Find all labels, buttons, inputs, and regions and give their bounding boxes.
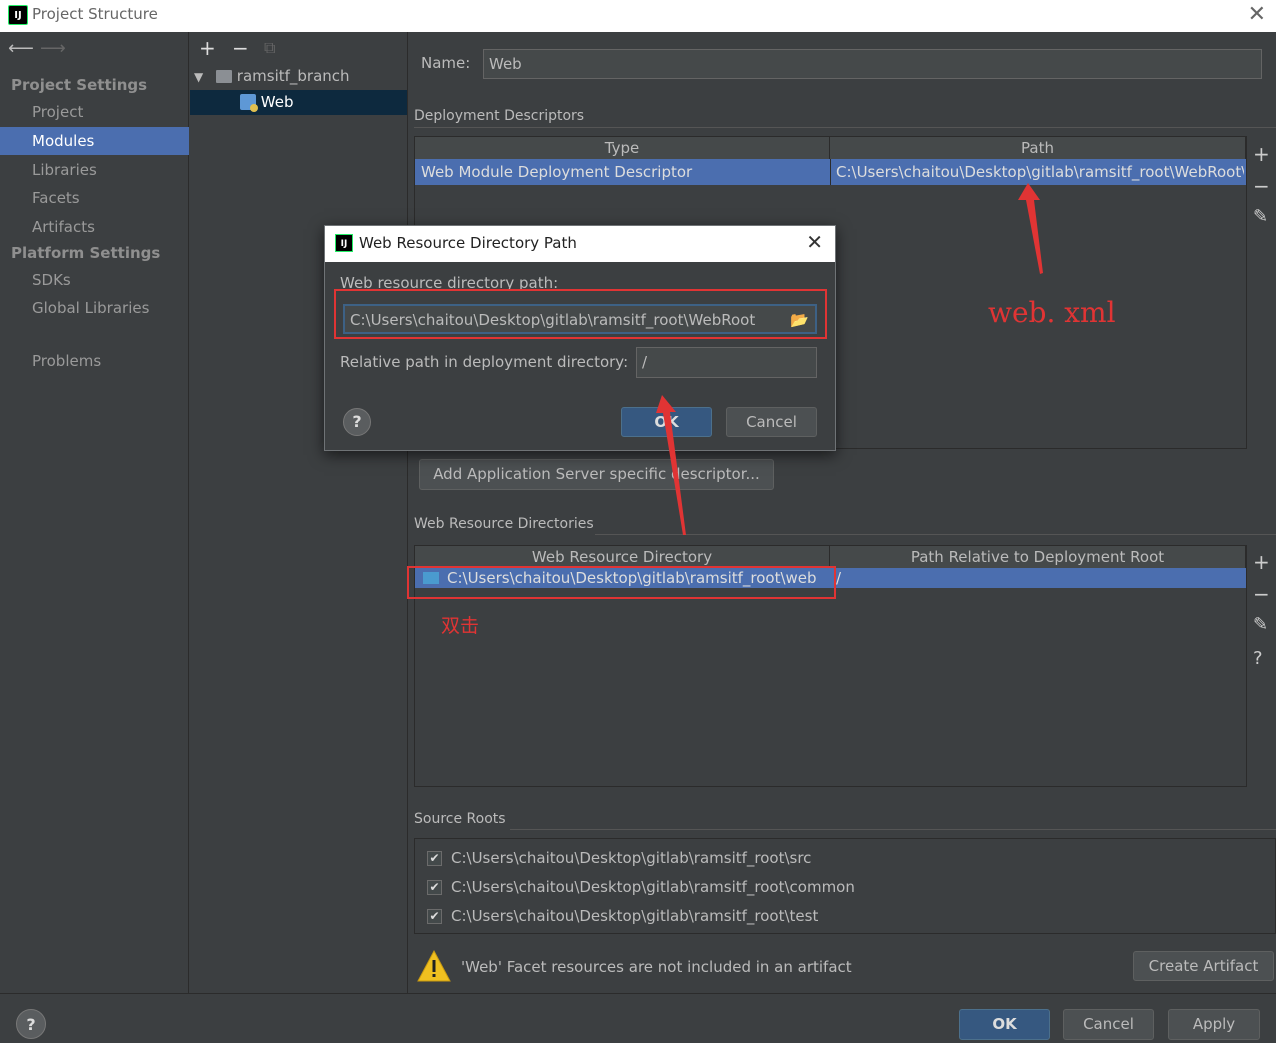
apply-button[interactable]: Apply [1168, 1009, 1260, 1040]
dialog-relative-label: Relative path in deployment directory: [340, 353, 629, 371]
warning-text: 'Web' Facet resources are not included i… [461, 958, 852, 976]
source-roots-title: Source Roots [414, 811, 506, 827]
add-descriptor-icon[interactable]: + [1253, 142, 1270, 166]
remove-descriptor-icon[interactable]: − [1253, 174, 1270, 198]
source-root-checkbox[interactable]: ✔ [427, 851, 442, 866]
back-arrow-icon[interactable]: ⟵ [8, 38, 34, 59]
add-icon[interactable]: + [199, 36, 216, 60]
dialog-help-button[interactable]: ? [343, 408, 371, 436]
copy-icon[interactable]: ⧉ [264, 38, 275, 58]
sidebar-item-global-libraries[interactable]: Global Libraries [0, 294, 189, 322]
source-root-label: C:\Users\chaitou\Desktop\gitlab\ramsitf_… [451, 878, 855, 896]
divider [414, 127, 1276, 128]
add-server-descriptor-button[interactable]: Add Application Server specific descript… [419, 459, 774, 490]
warning-icon [417, 949, 451, 982]
web-resource-directories-title: Web Resource Directories [414, 516, 594, 532]
wrd-rel-cell: / [836, 569, 842, 587]
divider [595, 534, 1276, 535]
column-header-path[interactable]: Path [830, 137, 1246, 159]
name-field[interactable]: Web [483, 49, 1262, 79]
project-settings-header: Project Settings [11, 76, 148, 94]
sidebar-item-facets[interactable]: Facets [0, 184, 189, 212]
sidebar-item-problems[interactable]: Problems [0, 347, 189, 375]
dialog-cancel-button[interactable]: Cancel [726, 407, 817, 437]
annotation-path-highlight [334, 289, 827, 339]
tree-node-root[interactable]: ▼ ramsitf_branch [190, 64, 407, 89]
table-row[interactable]: Web Module Deployment Descriptor C:\User… [415, 159, 1246, 185]
bottom-button-bar: ? OK Cancel Apply [0, 993, 1276, 1043]
edit-directory-icon[interactable]: ✎ [1253, 614, 1268, 635]
tree-root-label: ramsitf_branch [236, 67, 350, 85]
name-label: Name: [421, 54, 471, 72]
sidebar-item-project[interactable]: Project [0, 98, 189, 126]
dd-path-cell: C:\Users\chaitou\Desktop\gitlab\ramsitf_… [836, 163, 1244, 181]
source-root-checkbox[interactable]: ✔ [427, 880, 442, 895]
create-artifact-button[interactable]: Create Artifact [1133, 951, 1274, 981]
remove-directory-icon[interactable]: − [1253, 582, 1270, 606]
web-facet-icon [240, 94, 258, 112]
column-header-type[interactable]: Type [415, 137, 830, 159]
deployment-descriptors-title: Deployment Descriptors [414, 108, 585, 124]
remove-icon[interactable]: − [232, 36, 249, 60]
sidebar-item-artifacts[interactable]: Artifacts [0, 213, 189, 241]
relative-path-input[interactable]: / [636, 347, 817, 378]
sidebar-item-modules[interactable]: Modules [0, 127, 189, 155]
dialog-title: Web Resource Directory Path [359, 234, 577, 252]
expand-triangle-icon[interactable]: ▼ [194, 70, 203, 84]
dialog-titlebar: IJ Web Resource Directory Path ✕ [325, 226, 835, 262]
close-icon[interactable]: ✕ [1248, 2, 1266, 27]
source-root-label: C:\Users\chaitou\Desktop\gitlab\ramsitf_… [451, 907, 819, 925]
dialog-ok-button[interactable]: OK [621, 407, 712, 437]
module-tree-pane: + − ⧉ ▼ ramsitf_branch Web [190, 32, 408, 993]
forward-arrow-icon[interactable]: ⟶ [40, 38, 66, 59]
cancel-button[interactable]: Cancel [1063, 1009, 1154, 1040]
platform-settings-header: Platform Settings [11, 244, 161, 262]
source-root-label: C:\Users\chaitou\Desktop\gitlab\ramsitf_… [451, 849, 812, 867]
ok-button[interactable]: OK [959, 1009, 1050, 1040]
intellij-app-icon: IJ [8, 5, 28, 25]
tree-node-web[interactable]: Web [190, 90, 407, 115]
dd-type-cell: Web Module Deployment Descriptor [421, 163, 693, 181]
module-folder-icon [216, 70, 233, 83]
sidebar-item-sdks[interactable]: SDKs [0, 266, 189, 294]
source-root-checkbox[interactable]: ✔ [427, 909, 442, 924]
help-button[interactable]: ? [16, 1009, 46, 1039]
annotation-double-click: 双击 [441, 615, 480, 637]
sidebar-item-libraries[interactable]: Libraries [0, 156, 189, 184]
annotation-web-xml: web. xml [988, 296, 1116, 329]
add-directory-icon[interactable]: + [1253, 550, 1270, 574]
edit-descriptor-icon[interactable]: ✎ [1253, 206, 1268, 227]
help-icon[interactable]: ? [1253, 648, 1263, 669]
column-header-web-resource-directory[interactable]: Web Resource Directory [415, 546, 830, 568]
intellij-app-icon: IJ [335, 234, 353, 252]
window-titlebar: IJ Project Structure ✕ [0, 0, 1276, 32]
tree-web-label: Web [260, 93, 294, 111]
settings-sidebar: ⟵ ⟶ Project Settings Project Modules Lib… [0, 32, 189, 993]
dialog-close-icon[interactable]: ✕ [806, 230, 823, 254]
window-title: Project Structure [32, 5, 158, 23]
column-header-relative-path[interactable]: Path Relative to Deployment Root [830, 546, 1246, 568]
annotation-directory-highlight [407, 566, 836, 599]
divider [510, 829, 1276, 830]
cell-divider [830, 159, 831, 185]
